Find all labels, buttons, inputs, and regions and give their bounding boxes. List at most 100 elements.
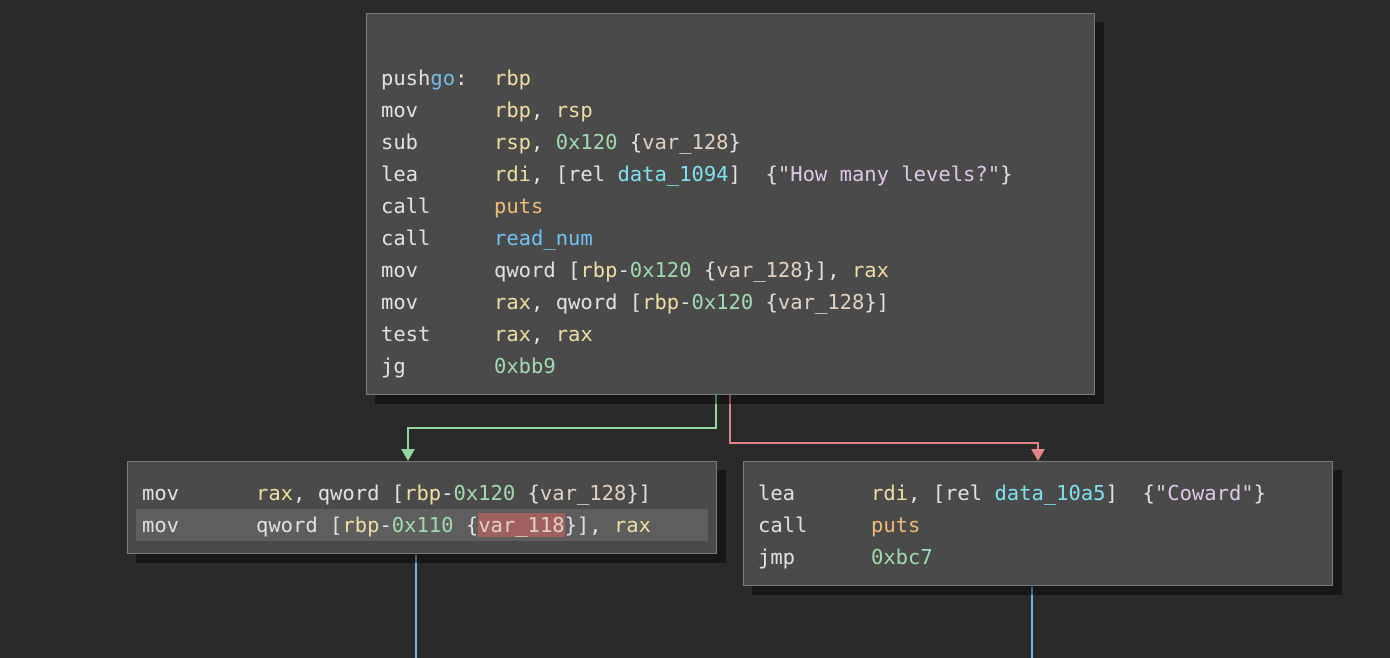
operands: read_num: [494, 222, 593, 254]
operand-token-plain: ,: [531, 130, 556, 154]
operand-token-reg[interactable]: rsp: [494, 130, 531, 154]
operand-token-plain: {: [515, 481, 540, 505]
mnemonic[interactable]: call: [381, 222, 430, 254]
operand-token-var[interactable]: var_128: [778, 290, 864, 314]
operands: 0xbc7: [871, 541, 933, 573]
operands: puts: [871, 509, 920, 541]
mnemonic[interactable]: jmp: [758, 541, 795, 573]
operand-token-reg[interactable]: rax: [556, 322, 593, 346]
operands: rax, qword [rbp-0x120 {var_128}]: [256, 477, 651, 509]
mnemonic[interactable]: call: [381, 190, 430, 222]
operand-token-num[interactable]: 0xbb9: [494, 354, 556, 378]
operand-token-num[interactable]: 0x120: [692, 290, 754, 314]
operands: rdi, [rel data_10a5] {"Coward"}: [871, 477, 1266, 509]
operand-token-str[interactable]: "How many levels?": [778, 162, 1000, 186]
mnemonic[interactable]: test: [381, 318, 430, 350]
operand-token-num[interactable]: 0xbc7: [871, 545, 933, 569]
operand-token-plain: , [rel: [531, 162, 618, 186]
operands: puts: [494, 190, 543, 222]
false-branch-arrow: [1031, 449, 1045, 461]
operand-token-var[interactable]: var_128: [540, 481, 626, 505]
mnemonic[interactable]: mov: [142, 509, 179, 541]
operand-token-plain: -: [679, 290, 692, 314]
operand-token-reg[interactable]: rbp: [404, 481, 441, 505]
basic-block-true-branch[interactable]: mov rax, qword [rbp-0x120 {var_128}] mov qw…: [127, 461, 717, 554]
operand-token-reg[interactable]: rbp: [494, 66, 531, 90]
operand-token-reg[interactable]: rbp: [342, 513, 379, 537]
operand-token-reg[interactable]: rax: [494, 322, 531, 346]
operand-token-plain: {: [453, 513, 479, 537]
operands: rbp: [494, 62, 531, 94]
operand-token-plain: qword [: [256, 513, 343, 537]
operand-token-data[interactable]: data_1094: [617, 162, 728, 186]
operand-token-plain: {: [753, 290, 778, 314]
operand-token-num[interactable]: 0x120: [630, 258, 692, 282]
operand-token-plain: ,: [531, 322, 556, 346]
operand-token-func[interactable]: puts: [871, 513, 920, 537]
mnemonic[interactable]: mov: [381, 254, 418, 286]
basic-block-false-branch[interactable]: lea rdi, [rel data_10a5] {"Coward"} call pu…: [743, 461, 1333, 586]
operands: 0xbb9: [494, 350, 556, 382]
operands: qword [rbp-0x120 {var_128}], rax: [494, 254, 889, 286]
mnemonic[interactable]: mov: [381, 286, 418, 318]
mnemonic[interactable]: jg: [381, 350, 406, 382]
operand-token-plain: -: [617, 258, 630, 282]
true-branch-edge: [407, 395, 717, 452]
mnemonic[interactable]: lea: [758, 477, 795, 509]
operands: qword [rbp-0x110 {var_118}], rax: [256, 509, 651, 541]
operand-token-reg[interactable]: rdi: [871, 481, 908, 505]
operands: rsp, 0x120 {var_128}: [494, 126, 741, 158]
operand-token-plain: , [rel: [908, 481, 995, 505]
operand-token-plain: ,: [531, 98, 556, 122]
operand-token-reg[interactable]: rsp: [556, 98, 593, 122]
operand-token-var[interactable]: var_128: [642, 130, 728, 154]
operand-token-plain: ] {: [1105, 481, 1155, 505]
operand-token-plain: {: [617, 130, 643, 154]
function-label[interactable]: go: [430, 66, 455, 90]
operand-token-plain: }],: [564, 513, 614, 537]
mnemonic[interactable]: lea: [381, 158, 418, 190]
instruction-line[interactable]: mov qword [rbp-0x110 {var_118}], rax: [136, 509, 708, 541]
operand-token-plain: }],: [802, 258, 852, 282]
operand-token-plain: }: [728, 130, 741, 154]
operand-token-plain: }: [1000, 162, 1013, 186]
operand-token-rfunc[interactable]: read_num: [494, 226, 593, 250]
mnemonic[interactable]: push: [381, 62, 430, 94]
true-branch-arrow: [401, 449, 415, 461]
operand-token-plain: }: [1253, 481, 1266, 505]
operands: rax, qword [rbp-0x120 {var_128}]: [494, 286, 889, 318]
basic-block-go[interactable]: go: push rbp mov rbp, rsp sub rsp, 0x120 {var…: [366, 13, 1095, 395]
operands: rax, rax: [494, 318, 593, 350]
operand-token-plain: qword [: [494, 258, 581, 282]
operand-token-plain: -: [379, 513, 392, 537]
operand-token-reg[interactable]: rax: [852, 258, 889, 282]
operand-token-data[interactable]: data_10a5: [994, 481, 1105, 505]
operand-token-reg[interactable]: rbp: [494, 98, 531, 122]
mnemonic[interactable]: mov: [142, 477, 179, 509]
mnemonic[interactable]: call: [758, 509, 807, 541]
operand-token-reg[interactable]: rbp: [642, 290, 679, 314]
operand-token-num[interactable]: 0x120: [454, 481, 516, 505]
operands: rbp, rsp: [494, 94, 593, 126]
operand-token-reg[interactable]: rax: [494, 290, 531, 314]
operands: rdi, [rel data_1094] {"How many levels?"…: [494, 158, 1012, 190]
operand-token-plain: , qword [: [293, 481, 405, 505]
operand-token-plain: }]: [864, 290, 889, 314]
operand-token-plain: -: [441, 481, 454, 505]
operand-token-var[interactable]: var_128: [716, 258, 802, 282]
operand-token-num[interactable]: 0x110: [392, 513, 454, 537]
operand-token-reg[interactable]: rdi: [494, 162, 531, 186]
false-branch-edge: [729, 395, 1039, 452]
operand-token-reg[interactable]: rax: [614, 513, 651, 537]
mnemonic[interactable]: sub: [381, 126, 418, 158]
operand-token-plain: , qword [: [531, 290, 643, 314]
mnemonic[interactable]: mov: [381, 94, 418, 126]
operand-token-func[interactable]: puts: [494, 194, 543, 218]
operand-token-plain: {: [691, 258, 717, 282]
operand-token-reg[interactable]: rax: [256, 481, 293, 505]
operand-token-var[interactable]: var_118: [478, 513, 565, 537]
operand-token-plain: }]: [626, 481, 651, 505]
operand-token-num[interactable]: 0x120: [556, 130, 618, 154]
operand-token-reg[interactable]: rbp: [580, 258, 617, 282]
operand-token-str[interactable]: "Coward": [1155, 481, 1254, 505]
